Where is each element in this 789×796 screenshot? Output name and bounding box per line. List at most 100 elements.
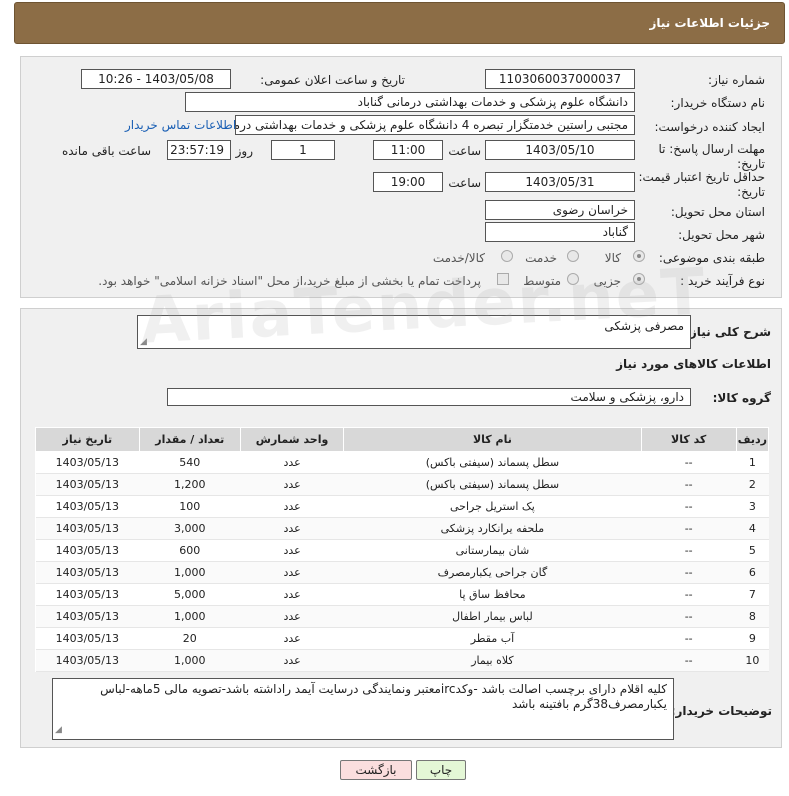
cell-item-code: -- <box>641 561 737 584</box>
cell-row-number: 10 <box>736 649 769 672</box>
cell-item-code: -- <box>641 539 737 562</box>
cell-unit: عدد <box>240 583 344 606</box>
category-radio-both[interactable] <box>501 250 513 262</box>
table-row[interactable]: 4 -- ملحفه یرانکارد پزشکی عدد 3,000 1403/05/1… <box>35 517 769 540</box>
table-row[interactable]: 2 -- سطل پسماند (سیفتی باکس) عدد 1,200 1403/0… <box>35 473 769 496</box>
cell-item-name: پک استریل جراحی <box>343 495 642 518</box>
cell-unit: عدد <box>240 473 344 496</box>
cell-item-name: سطل پسماند (سیفتی باکس) <box>343 451 642 474</box>
cell-unit: عدد <box>240 517 344 540</box>
category-radio-goods[interactable] <box>633 250 645 262</box>
back-button[interactable]: بازگشت <box>340 760 412 780</box>
cell-item-name: ملحفه یرانکارد پزشکی <box>343 517 642 540</box>
category-radio-service[interactable] <box>567 250 579 262</box>
cell-need-date: 1403/05/13 <box>35 605 140 628</box>
deadline-date-field[interactable]: 1403/05/10 <box>485 140 635 160</box>
description-field[interactable]: مصرفی پزشکی ◢ <box>137 315 691 349</box>
cell-item-name: محافظ ساق پا <box>343 583 642 606</box>
deadline-label: مهلت ارسال پاسخ: تا <box>658 142 765 156</box>
cell-need-date: 1403/05/13 <box>35 539 140 562</box>
category-option-both: کالا/خدمت <box>432 251 485 265</box>
process-option-medium: متوسط <box>523 274 561 288</box>
cell-item-name: لباس بیمار اطفال <box>343 605 642 628</box>
cell-need-date: 1403/05/13 <box>35 627 140 650</box>
cell-need-date: 1403/05/13 <box>35 517 140 540</box>
cell-item-code: -- <box>641 627 737 650</box>
cell-row-number: 8 <box>736 605 769 628</box>
cell-need-date: 1403/05/13 <box>35 473 140 496</box>
resize-handle-icon[interactable]: ◢ <box>55 723 62 738</box>
requester-label: ایجاد کننده درخواست: <box>654 120 765 134</box>
need-number-label: شماره نیاز: <box>708 73 765 87</box>
cell-quantity: 1,000 <box>139 561 241 584</box>
cell-unit: عدد <box>240 605 344 628</box>
table-row[interactable]: 5 -- شان بیمارستانی عدد 600 1403/05/13 <box>35 539 769 562</box>
table-row[interactable]: 9 -- آب مقطر عدد 20 1403/05/13 <box>35 627 769 650</box>
goods-group-field[interactable]: دارو، پزشکی و سلامت <box>167 388 691 406</box>
page-header: جزئیات اطلاعات نیاز <box>14 2 785 44</box>
table-row[interactable]: 8 -- لباس بیمار اطفال عدد 1,000 1403/05/13 <box>35 605 769 628</box>
deadline-time-label: ساعت <box>448 144 481 158</box>
need-info-panel: شماره نیاز: 1103060037000037 تاریخ و ساع… <box>20 56 782 298</box>
remaining-label: ساعت باقی مانده <box>61 144 151 158</box>
description-label: شرح کلی نیاز: <box>685 325 771 339</box>
treasury-checkbox[interactable] <box>497 273 509 285</box>
category-option-goods: کالا <box>604 251 621 265</box>
cell-row-number: 3 <box>736 495 769 518</box>
cell-unit: عدد <box>240 451 344 474</box>
cell-unit: عدد <box>240 627 344 650</box>
deadline-time-field[interactable]: 11:00 <box>373 140 443 160</box>
cell-quantity: 5,000 <box>139 583 241 606</box>
col-row: ردیف <box>735 427 770 452</box>
city-field[interactable]: گناباد <box>485 222 635 242</box>
print-button[interactable]: چاپ <box>416 760 466 780</box>
table-row[interactable]: 10 -- کلاه بیمار عدد 1,000 1403/05/13 <box>35 649 769 672</box>
table-row[interactable]: 6 -- گان جراحی یکبارمصرف عدد 1,000 1403/05/13 <box>35 561 769 584</box>
buyer-notes-field[interactable]: کلیه اقلام دارای برچسب اصالت باشد -وکدir… <box>52 678 674 740</box>
deadline-date-label: تاریخ: <box>737 157 765 171</box>
cell-item-name: آب مقطر <box>343 627 642 650</box>
cell-item-code: -- <box>641 517 737 540</box>
buyer-contact-link[interactable]: اطلاعات تماس خریدار <box>125 118 236 132</box>
cell-quantity: 1,000 <box>139 649 241 672</box>
buyer-notes-label: توضیحات خریدار: <box>670 704 772 718</box>
province-label: استان محل تحویل: <box>670 205 765 219</box>
requester-field[interactable]: مجتبی راستین خدمتگزار تبصره 4 دانشگاه عل… <box>235 115 635 135</box>
cell-item-name: شان بیمارستانی <box>343 539 642 562</box>
goods-group-label: گروه کالا: <box>712 391 771 405</box>
city-label: شهر محل تحویل: <box>678 228 765 242</box>
cell-unit: عدد <box>240 539 344 562</box>
validity-time-field[interactable]: 19:00 <box>373 172 443 192</box>
cell-row-number: 1 <box>736 451 769 474</box>
cell-unit: عدد <box>240 495 344 518</box>
announce-field[interactable]: 1403/05/08 - 10:26 <box>81 69 231 89</box>
table-row[interactable]: 7 -- محافظ ساق پا عدد 5,000 1403/05/13 <box>35 583 769 606</box>
cell-row-number: 4 <box>736 517 769 540</box>
buyer-notes-panel: توضیحات خریدار: کلیه اقلام دارای برچسب ا… <box>20 676 782 748</box>
col-name: نام کالا <box>343 427 642 452</box>
validity-date-field[interactable]: 1403/05/31 <box>485 172 635 192</box>
category-label: طبقه بندی موضوعی: <box>658 251 765 265</box>
remaining-time-field[interactable]: 23:57:19 <box>167 140 231 160</box>
cell-row-number: 9 <box>736 627 769 650</box>
table-row[interactable]: 1 -- سطل پسماند (سیفتی باکس) عدد 540 1403/05/… <box>35 451 769 474</box>
payment-note: پرداخت تمام یا بخشی از مبلغ خرید،از محل … <box>98 274 481 288</box>
cell-quantity: 540 <box>139 451 241 474</box>
cell-quantity: 1,000 <box>139 605 241 628</box>
cell-item-name: گان جراحی یکبارمصرف <box>343 561 642 584</box>
process-radio-minor[interactable] <box>633 273 645 285</box>
cell-row-number: 5 <box>736 539 769 562</box>
need-number-field[interactable]: 1103060037000037 <box>485 69 635 89</box>
table-row[interactable]: 3 -- پک استریل جراحی عدد 100 1403/05/13 <box>35 495 769 518</box>
cell-need-date: 1403/05/13 <box>35 451 140 474</box>
process-option-minor: جزیی <box>593 274 621 288</box>
province-field[interactable]: خراسان رضوی <box>485 200 635 220</box>
process-label: نوع فرآیند خرید : <box>680 274 765 288</box>
process-radio-medium[interactable] <box>567 273 579 285</box>
resize-handle-icon[interactable]: ◢ <box>140 337 147 347</box>
cell-quantity: 1,200 <box>139 473 241 496</box>
remaining-days-field[interactable]: 1 <box>271 140 335 160</box>
col-date: تاریخ نیاز <box>35 427 140 452</box>
goods-table: ردیف کد کالا نام کالا واحد شمارش تعداد /… <box>35 427 770 672</box>
buyer-org-field[interactable]: دانشگاه علوم پزشکی و خدمات بهداشتی درمان… <box>185 92 635 112</box>
